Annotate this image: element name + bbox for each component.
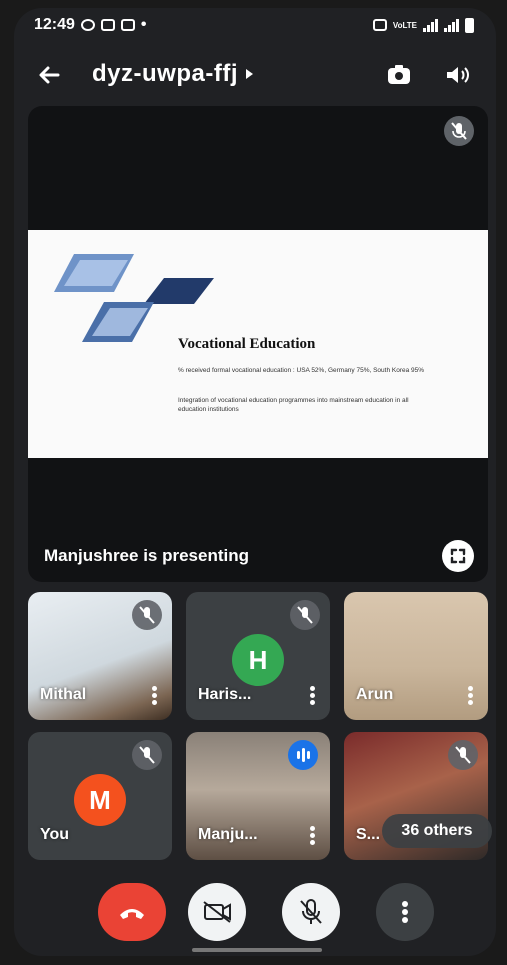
participant-tile-mithal[interactable]: Mithal — [28, 592, 172, 720]
more-vert-icon[interactable] — [310, 686, 316, 706]
gallery-icon — [100, 19, 115, 31]
mic-off-icon — [300, 899, 322, 924]
fullscreen-icon[interactable] — [442, 540, 474, 572]
meeting-title-button[interactable]: dyz-uwpa-ffj — [92, 60, 253, 88]
arrow-left-icon[interactable] — [34, 60, 64, 90]
mic-off-icon — [132, 600, 162, 630]
participant-tile-manju[interactable]: Manju... — [186, 732, 330, 860]
mic-toggle-button[interactable] — [282, 883, 340, 941]
notification-dot: • — [140, 16, 147, 33]
home-indicator — [192, 948, 322, 952]
slide-text-line-2: Integration of vocational education prog… — [178, 397, 409, 413]
battery-icon — [465, 17, 474, 33]
participant-tile-haris[interactable]: H Haris... — [186, 592, 330, 720]
more-vert-icon — [402, 901, 408, 923]
mic-off-icon — [448, 740, 478, 770]
avatar: H — [232, 634, 284, 686]
camera-toggle-button[interactable] — [188, 883, 246, 941]
speaking-indicator-icon — [288, 740, 318, 770]
status-bar: 12:49 • VoLTE — [14, 8, 496, 42]
participant-name: Arun — [356, 686, 394, 703]
participant-name: Haris... — [198, 686, 252, 703]
presenting-label: Manjushree is presenting — [44, 546, 249, 565]
end-call-button[interactable] — [98, 883, 166, 941]
whatsapp-icon — [80, 19, 95, 31]
participant-tile-arun[interactable]: Arun — [344, 592, 488, 720]
meeting-header: dyz-uwpa-ffj — [14, 52, 496, 96]
network-label: VoLTE — [392, 20, 417, 30]
alarm-icon — [372, 19, 387, 31]
flip-camera-icon[interactable] — [384, 60, 414, 90]
meeting-code: dyz-uwpa-ffj — [92, 60, 238, 87]
mic-off-icon — [132, 740, 162, 770]
camera-off-icon — [203, 901, 231, 923]
participant-name: Mithal — [40, 686, 87, 703]
others-count-chip[interactable]: 36 others — [382, 814, 492, 848]
mic-off-icon — [444, 116, 474, 146]
slide-title: Vocational Education — [178, 336, 316, 352]
signal-icon-2 — [444, 18, 459, 32]
more-vert-icon[interactable] — [152, 686, 158, 706]
participant-name: S... — [356, 826, 381, 843]
participant-tile-you[interactable]: M You — [28, 732, 172, 860]
signal-icon — [423, 18, 438, 32]
more-options-button[interactable] — [376, 883, 434, 941]
avatar: M — [74, 774, 126, 826]
participant-name: Manju... — [198, 826, 258, 843]
more-vert-icon[interactable] — [468, 686, 474, 706]
shared-slide: Vocational Education % received formal v… — [28, 230, 488, 458]
status-time: 12:49 — [34, 16, 75, 33]
participant-name: You — [40, 826, 70, 843]
slide-text-line-1: % received formal vocational education :… — [178, 367, 425, 374]
more-vert-icon[interactable] — [310, 826, 316, 846]
speaker-icon[interactable] — [442, 60, 472, 90]
chevron-right-icon — [245, 69, 253, 79]
presentation-tile[interactable]: Vocational Education % received formal v… — [28, 106, 488, 582]
message-icon — [120, 19, 135, 31]
slide-building-graphic — [54, 254, 214, 342]
mic-off-icon — [290, 600, 320, 630]
phone-screen: 12:49 • VoLTE dyz-uwpa-ffj Vocational Ed… — [14, 8, 496, 956]
